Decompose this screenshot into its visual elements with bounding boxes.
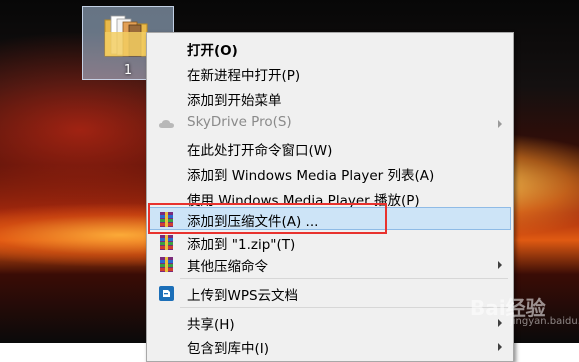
desktop-background: 1 打开(O) 在新进程中打开(P) 添加到开始菜单 SkyDrive Pro(… [0,0,579,362]
menu-item-label: 包含到库中(I) [187,341,270,357]
menu-item-other-compression-commands[interactable]: 其他压缩命令 [149,252,511,275]
watermark-subtext: jingyan.baidu.com [510,316,579,327]
submenu-arrow-icon [498,261,502,269]
menu-item-add-to-wmp-list[interactable]: 添加到 Windows Media Player 列表(A) [149,161,511,184]
menu-item-upload-wps-cloud[interactable]: 上传到WPS云文档 [149,281,511,304]
menu-item-label: 共享(H) [187,317,235,333]
submenu-arrow-icon [498,343,502,351]
menu-item-label: 在此处打开命令窗口(W) [187,143,333,159]
menu-separator [180,278,508,279]
menu-item-open-command-window[interactable]: 在此处打开命令窗口(W) [149,136,511,159]
context-menu: 打开(O) 在新进程中打开(P) 添加到开始菜单 SkyDrive Pro(S)… [146,32,514,362]
menu-item-label: 添加到 Windows Media Player 列表(A) [187,168,435,184]
menu-item-add-to-start-menu[interactable]: 添加到开始菜单 [149,86,511,109]
menu-item-label: 上传到WPS云文档 [187,288,299,304]
menu-item-label: 添加到 "1.zip"(T) [187,237,296,253]
wps-cloud-icon [159,286,174,301]
highlight-box [148,203,387,234]
menu-item-skydrive-pro[interactable]: SkyDrive Pro(S) [149,111,511,134]
submenu-arrow-icon [498,120,502,128]
winrar-icon [160,235,173,250]
menu-item-label: 在新进程中打开(P) [187,68,301,84]
menu-item-open[interactable]: 打开(O) [149,36,511,59]
menu-item-label: 添加到开始菜单 [187,93,282,109]
menu-item-label: 其他压缩命令 [187,259,268,275]
menu-item-label: SkyDrive Pro(S) [187,114,292,130]
watermark: Bai经验 jingyan.baidu.com [470,292,579,327]
cloud-icon [159,120,174,128]
menu-separator [180,307,508,308]
winrar-icon [160,257,173,272]
menu-item-include-in-library[interactable]: 包含到库中(I) [149,334,511,357]
menu-item-label: 打开(O) [187,43,238,59]
menu-item-open-new-process[interactable]: 在新进程中打开(P) [149,61,511,84]
menu-item-share[interactable]: 共享(H) [149,310,511,333]
